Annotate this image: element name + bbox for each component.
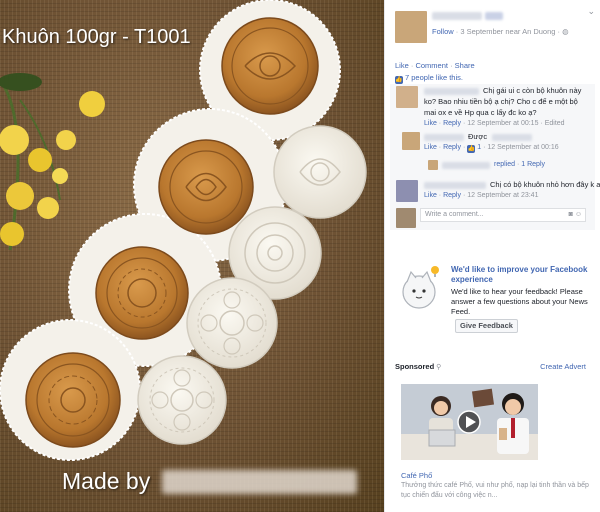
post-header: Follow · 3 September near An Duong · ◍ ⌄ — [385, 0, 600, 55]
comment-like-link[interactable]: Like — [424, 192, 437, 199]
sponsored-label: Sponsored — [395, 362, 435, 371]
redacted-replier — [442, 162, 490, 169]
redacted-text — [492, 134, 532, 141]
survey-title[interactable]: We'd like to improve your Facebook exper… — [451, 265, 596, 285]
photo-caption: Khuôn 100gr - T1001 — [2, 26, 191, 48]
comment-text-line: ko? Bao nhiu tiền bộ ạ chị? Cho c để e m… — [424, 97, 578, 106]
commenter-avatar[interactable] — [396, 180, 418, 202]
thumbs-up-icon: 👍 — [395, 76, 403, 84]
likes-count-text[interactable]: 7 people like this. — [405, 73, 463, 82]
follow-link[interactable]: Follow — [432, 27, 454, 36]
comment-action[interactable]: Comment — [415, 61, 448, 70]
replies-row[interactable]: replied · 1 Reply — [494, 161, 545, 168]
redacted-commenter[interactable] — [424, 134, 464, 141]
comment-time[interactable]: 12 September at 23:41 — [467, 192, 538, 199]
comment-tools: ◙ ☺ — [569, 211, 582, 218]
reply-time[interactable]: 12 September at 00:16 — [487, 144, 558, 151]
likes-summary[interactable]: 👍 7 people like this. — [395, 73, 463, 84]
redacted-name — [162, 470, 357, 494]
sponsored-header: Sponsored ⚲ — [395, 362, 441, 371]
comment-like-link[interactable]: Like — [424, 120, 437, 127]
reply-reply-link[interactable]: Reply — [443, 144, 461, 151]
comment-reply-link[interactable]: Reply — [443, 120, 461, 127]
comment-edited[interactable]: Edited — [545, 120, 565, 127]
feedback-survey: We'd like to improve your Facebook exper… — [385, 258, 600, 348]
globe-icon: ◍ — [562, 27, 569, 36]
ad-choices-icon[interactable]: ⚲ — [436, 364, 441, 371]
like-action[interactable]: Like — [395, 61, 409, 70]
redacted-commenter[interactable] — [424, 182, 486, 189]
ad-title[interactable]: Café Phố — [401, 471, 432, 480]
view-replies-link[interactable]: 1 Reply — [521, 161, 545, 168]
comment-reply-link[interactable]: Reply — [443, 192, 461, 199]
comment-text-line: mai ox e về Hp qua c lấy đc ko ạ? — [424, 108, 537, 117]
reply-like-count[interactable]: 1 — [477, 144, 481, 151]
survey-body: We'd like to hear your feedback! Please … — [451, 287, 588, 316]
share-action[interactable]: Share — [455, 61, 475, 70]
comment-meta: Like · Reply · 12 September at 23:41 — [424, 192, 539, 199]
yellow-flowers — [0, 73, 105, 251]
redacted-page-name[interactable] — [432, 12, 482, 20]
reply-avatar[interactable] — [402, 132, 420, 150]
reply-meta: Like · Reply · 👍 1 · 12 September at 00:1… — [424, 144, 559, 153]
post-meta-text: · 3 September near An Duong · — [455, 27, 561, 36]
reply-like-link[interactable]: Like — [424, 144, 437, 151]
sticker-icon[interactable]: ☺ — [575, 211, 582, 218]
page-avatar[interactable] — [395, 11, 427, 43]
thumbs-up-icon: 👍 — [467, 145, 476, 153]
chevron-down-icon[interactable]: ⌄ — [587, 6, 595, 17]
create-advert-link[interactable]: Create Advert — [540, 362, 586, 371]
made-by-text: Made by — [62, 468, 151, 494]
comment-meta: Like · Reply · 12 September at 00:15 · E… — [424, 120, 565, 127]
mooncake-illustration — [0, 0, 367, 461]
give-feedback-button[interactable]: Give Feedback — [455, 319, 518, 333]
ad-video-thumbnail — [401, 384, 538, 460]
comment-text-line: Chị gái ui c còn bộ khuôn này — [483, 86, 582, 95]
replied-text[interactable]: replied — [494, 161, 515, 168]
post-sidebar: Follow · 3 September near An Duong · ◍ ⌄… — [384, 0, 600, 512]
redacted-commenter[interactable] — [424, 88, 479, 95]
reply-text: Được — [468, 132, 488, 141]
redacted-name-part — [485, 12, 503, 20]
camera-icon[interactable]: ◙ — [569, 211, 573, 218]
comment-text-line: Chị có bộ khuôn nhỏ hơn đây k a — [490, 180, 600, 189]
write-comment-input[interactable]: Write a comment... ◙ ☺ — [420, 208, 586, 222]
reply-thread-avatar — [428, 160, 438, 170]
ad-description: Thưởng thức café Phố, vui như phố, nạp l… — [401, 482, 589, 499]
feedback-mascot-icon — [402, 266, 439, 309]
post-photo[interactable]: Khuôn 100gr - T1001 Made by — [0, 0, 384, 512]
ad-image[interactable] — [401, 384, 538, 460]
my-avatar — [396, 208, 416, 228]
post-actions: Like · Comment · Share — [395, 61, 475, 70]
commenter-avatar[interactable] — [396, 86, 418, 108]
post-meta: Follow · 3 September near An Duong · ◍ — [432, 27, 569, 36]
write-comment-placeholder: Write a comment... — [425, 211, 484, 218]
comment-time[interactable]: 12 September at 00:15 — [467, 120, 538, 127]
